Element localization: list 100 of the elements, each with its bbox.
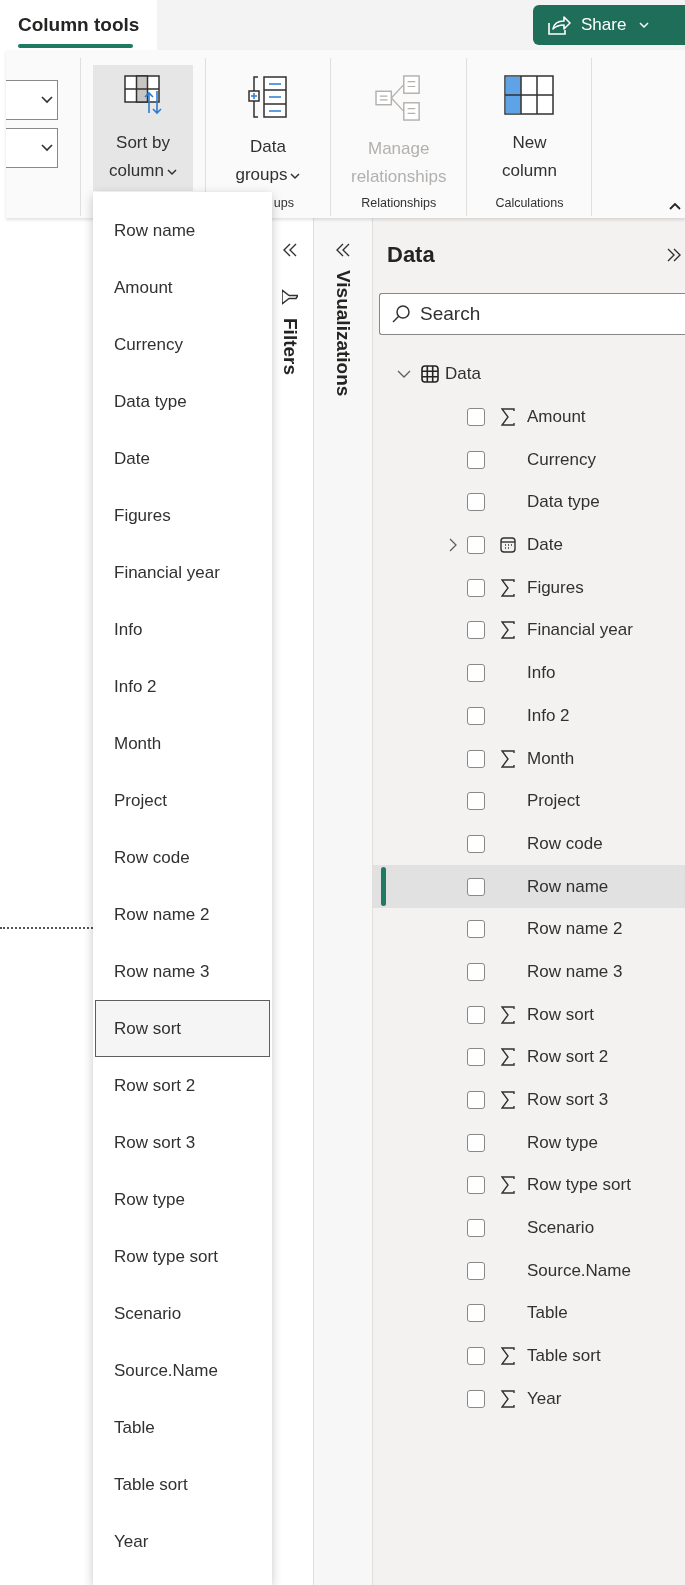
collapse-ribbon-icon[interactable] bbox=[669, 202, 681, 210]
checkbox[interactable] bbox=[467, 920, 485, 939]
field-row[interactable]: Row name bbox=[373, 865, 685, 908]
field-name: Row code bbox=[527, 833, 603, 854]
field-row[interactable]: Figures bbox=[373, 566, 685, 610]
field-row[interactable]: Row sort 3 bbox=[373, 1078, 685, 1122]
field-row[interactable]: Info bbox=[373, 651, 685, 695]
checkbox[interactable] bbox=[467, 536, 485, 555]
field-name: Row sort 2 bbox=[527, 1047, 609, 1068]
field-name: Figures bbox=[527, 577, 584, 598]
sigma-icon bbox=[501, 1091, 515, 1110]
search-field[interactable]: Search bbox=[379, 293, 685, 335]
dropdown-field[interactable] bbox=[6, 80, 58, 120]
field-row[interactable]: Row name 2 bbox=[373, 907, 685, 951]
sigma-icon bbox=[501, 1048, 515, 1067]
field-row[interactable]: Row sort bbox=[373, 993, 685, 1036]
field-name: Row name 2 bbox=[527, 919, 623, 940]
sigma-icon bbox=[501, 1347, 515, 1366]
field-row[interactable]: Source.Name bbox=[373, 1249, 685, 1293]
field-name: Financial year bbox=[527, 620, 633, 641]
checkbox[interactable] bbox=[467, 834, 485, 853]
checkbox[interactable] bbox=[467, 1219, 485, 1238]
field-row[interactable]: Row type bbox=[373, 1121, 685, 1165]
menu-item[interactable]: Row sort bbox=[95, 1000, 270, 1057]
field-name: Row sort 3 bbox=[527, 1090, 609, 1111]
collapse-icon[interactable] bbox=[336, 242, 350, 258]
checkbox[interactable] bbox=[467, 1176, 485, 1195]
checkbox[interactable] bbox=[467, 1005, 485, 1024]
field-name: Row sort bbox=[527, 1004, 595, 1025]
field-name: Year bbox=[527, 1388, 562, 1409]
ribbon-tab[interactable]: Column tools bbox=[0, 0, 158, 50]
field-row[interactable]: Table sort bbox=[373, 1334, 685, 1378]
field-row[interactable]: Row sort 2 bbox=[373, 1036, 685, 1079]
field-row[interactable]: Month bbox=[373, 737, 685, 780]
sigma-icon bbox=[501, 1005, 515, 1024]
field-row[interactable]: Data type bbox=[373, 481, 685, 524]
checkbox[interactable] bbox=[467, 1133, 485, 1152]
share-icon bbox=[547, 14, 571, 36]
expand-icon[interactable] bbox=[667, 247, 681, 263]
field-name: Date bbox=[527, 535, 563, 556]
checkbox[interactable] bbox=[467, 493, 485, 512]
checkbox[interactable] bbox=[467, 664, 485, 683]
field-name: Row type bbox=[527, 1132, 598, 1153]
checkbox[interactable] bbox=[467, 706, 485, 725]
field-row[interactable]: Table bbox=[373, 1292, 685, 1335]
field-name: Info 2 bbox=[527, 705, 570, 726]
checkbox[interactable] bbox=[467, 1389, 485, 1408]
pane-title: Data bbox=[387, 242, 435, 268]
checkbox[interactable] bbox=[467, 1304, 485, 1323]
checkbox[interactable] bbox=[467, 1048, 485, 1067]
filter-icon bbox=[281, 288, 298, 306]
pane-title: Filters bbox=[278, 318, 301, 376]
table-icon bbox=[421, 365, 439, 384]
checkbox[interactable] bbox=[467, 1261, 485, 1280]
field-name: Row type sort bbox=[527, 1175, 631, 1196]
share-button[interactable]: Share bbox=[533, 5, 685, 45]
checkbox[interactable] bbox=[467, 450, 485, 469]
sigma-icon bbox=[501, 578, 515, 597]
sigma-icon bbox=[501, 1176, 515, 1195]
field-name: Info bbox=[527, 663, 556, 684]
field-row[interactable]: Row code bbox=[373, 822, 685, 866]
group-label: Relationships bbox=[361, 196, 437, 210]
new-column-icon bbox=[504, 75, 555, 115]
checkbox[interactable] bbox=[467, 578, 485, 597]
field-row[interactable]: Scenario bbox=[373, 1206, 685, 1250]
field-row[interactable]: Project bbox=[373, 779, 685, 823]
field-row[interactable]: Year bbox=[373, 1377, 685, 1421]
sigma-icon bbox=[501, 749, 515, 768]
checkbox[interactable] bbox=[467, 792, 485, 811]
group-label: Calculations bbox=[495, 196, 564, 210]
checkbox[interactable] bbox=[467, 962, 485, 981]
sort-column-icon bbox=[124, 75, 162, 115]
field-row[interactable]: Date bbox=[373, 523, 685, 567]
field-row[interactable]: Financial year bbox=[373, 609, 685, 652]
calendar-icon bbox=[500, 537, 516, 554]
dropdown-field[interactable] bbox=[6, 128, 58, 168]
checkbox[interactable] bbox=[467, 408, 485, 427]
field-row[interactable]: Row name 3 bbox=[373, 950, 685, 994]
group-label: ups bbox=[273, 196, 294, 210]
field-name: Source.Name bbox=[527, 1260, 631, 1281]
checkbox[interactable] bbox=[467, 749, 485, 768]
checkbox[interactable] bbox=[467, 1347, 485, 1366]
field-name: Row name bbox=[527, 876, 609, 897]
ribbon-button[interactable]: Sort by column bbox=[93, 65, 193, 191]
checkbox[interactable] bbox=[467, 621, 485, 640]
field-row[interactable]: Currency bbox=[373, 438, 685, 482]
field-row[interactable]: Amount bbox=[373, 395, 685, 439]
search-icon bbox=[391, 304, 411, 324]
sigma-icon bbox=[501, 621, 515, 640]
checkbox[interactable] bbox=[467, 1091, 485, 1110]
ribbon-button[interactable]: New column bbox=[479, 65, 580, 191]
field-row[interactable]: Info 2 bbox=[373, 694, 685, 738]
pane-title: Visualizations bbox=[332, 270, 354, 397]
checkbox[interactable] bbox=[467, 877, 485, 896]
field-name: Amount bbox=[527, 407, 586, 428]
collapse-icon[interactable] bbox=[282, 242, 297, 258]
sigma-icon bbox=[501, 1389, 515, 1408]
field-row[interactable]: Row type sort bbox=[373, 1164, 685, 1207]
field-name: Month bbox=[527, 748, 575, 769]
ribbon-button[interactable]: Data groups bbox=[218, 65, 318, 191]
